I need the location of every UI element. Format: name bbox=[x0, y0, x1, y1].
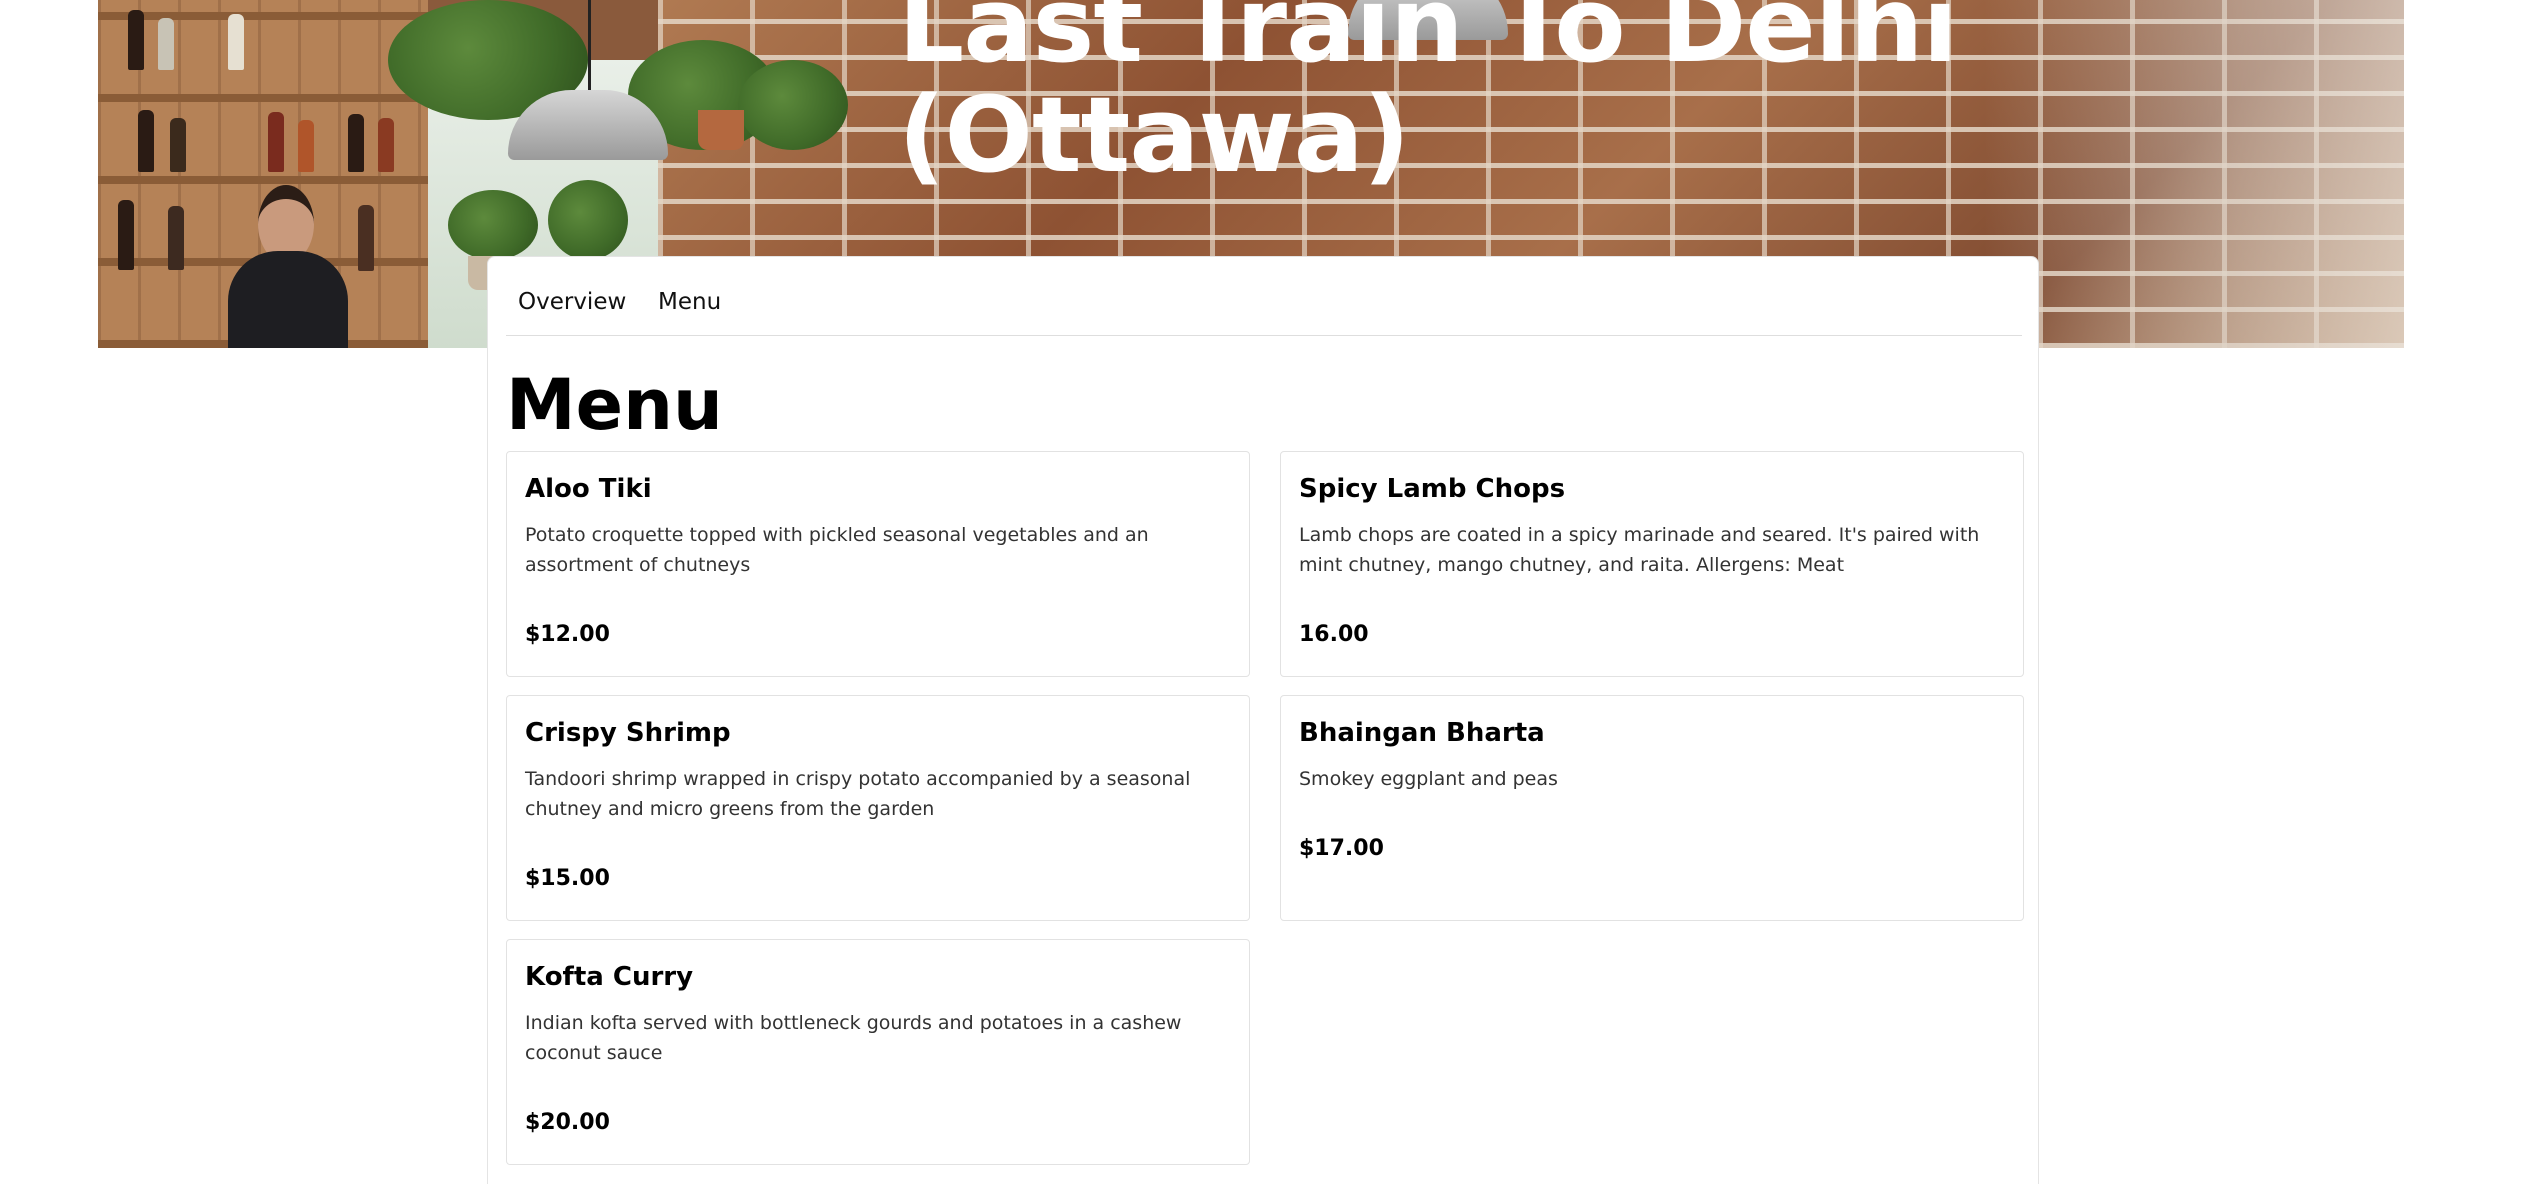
person-figure bbox=[218, 185, 358, 348]
menu-item-card: Bhaingan Bharta Smokey eggplant and peas… bbox=[1280, 695, 2024, 921]
tab-menu[interactable]: Menu bbox=[658, 289, 721, 315]
menu-item-description: Potato croquette topped with pickled sea… bbox=[525, 524, 1149, 576]
menu-item-card: Kofta Curry Indian kofta served with bot… bbox=[506, 939, 1250, 1165]
menu-item-card: Aloo Tiki Potato croquette topped with p… bbox=[506, 451, 1250, 677]
menu-item-description: Smokey eggplant and peas bbox=[1299, 768, 1558, 790]
menu-item-price: $17.00 bbox=[1299, 836, 1384, 861]
restaurant-page: Last Train To Delhi (Ottawa) Overview Me… bbox=[0, 0, 2528, 1184]
menu-item-description: Tandoori shrimp wrapped in crispy potato… bbox=[525, 768, 1191, 820]
tab-bar: Overview Menu bbox=[506, 257, 2022, 336]
content-panel: Overview Menu Menu Aloo Tiki Potato croq… bbox=[487, 256, 2039, 1184]
menu-item-card: Spicy Lamb Chops Lamb chops are coated i… bbox=[1280, 451, 2024, 677]
menu-item-price: $20.00 bbox=[525, 1110, 610, 1135]
menu-item-name: Aloo Tiki bbox=[525, 474, 652, 504]
menu-item-name: Spicy Lamb Chops bbox=[1299, 474, 1566, 504]
tab-overview[interactable]: Overview bbox=[518, 289, 626, 315]
menu-item-card: Crispy Shrimp Tandoori shrimp wrapped in… bbox=[506, 695, 1250, 921]
menu-item-price: 16.00 bbox=[1299, 622, 1369, 647]
hero-photo-shelves bbox=[98, 0, 428, 348]
menu-item-description: Indian kofta served with bottleneck gour… bbox=[525, 1012, 1182, 1064]
menu-heading: Menu bbox=[506, 364, 723, 446]
restaurant-title: Last Train To Delhi (Ottawa) bbox=[898, 0, 1958, 196]
menu-item-name: Kofta Curry bbox=[525, 962, 694, 992]
menu-item-name: Crispy Shrimp bbox=[525, 718, 731, 748]
menu-item-description: Lamb chops are coated in a spicy marinad… bbox=[1299, 524, 1980, 576]
menu-item-price: $12.00 bbox=[525, 622, 610, 647]
menu-item-name: Bhaingan Bharta bbox=[1299, 718, 1545, 748]
menu-item-price: $15.00 bbox=[525, 866, 610, 891]
